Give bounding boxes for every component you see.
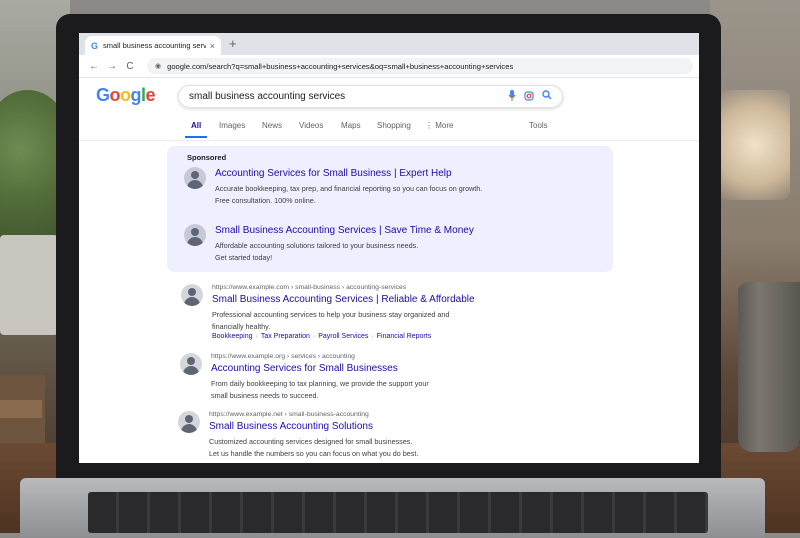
google-favicon-icon: G: [91, 40, 99, 51]
active-tab-indicator: [185, 136, 207, 138]
back-arrow-icon[interactable]: ←: [85, 61, 103, 72]
lamp: [720, 90, 790, 200]
tab-news[interactable]: News: [262, 121, 282, 130]
google-logo[interactable]: Google: [96, 85, 156, 106]
search-input[interactable]: small business accounting services: [189, 91, 502, 102]
sitelink-payroll-services[interactable]: Payroll Services: [318, 333, 368, 340]
result-description: From daily bookkeeping to tax planning, …: [211, 378, 471, 401]
sitelink-tax-preparation[interactable]: Tax Preparation: [261, 333, 310, 340]
tab-shopping[interactable]: Shopping: [377, 121, 411, 130]
search-box[interactable]: small business accounting services: [178, 85, 563, 108]
result-title-link[interactable]: Small Business Accounting Solutions: [209, 421, 373, 432]
sitelink-separator: ·: [312, 333, 316, 340]
url-field[interactable]: ◉ google.com/search?q=small+business+acc…: [147, 58, 693, 74]
ad-description-line: Affordable accounting solutions tailored…: [215, 241, 419, 250]
lens-camera-icon[interactable]: [524, 90, 534, 103]
sponsored-label: Sponsored: [187, 153, 227, 162]
sitelink-financial-reports[interactable]: Financial Reports: [377, 333, 431, 340]
search-icon[interactable]: [542, 90, 552, 103]
result-description-line: Customized accounting services designed …: [209, 437, 413, 446]
search-tabs: All Images News Videos Maps Shopping ⋮ M…: [79, 114, 699, 141]
sitelink-bookkeeping[interactable]: Bookkeeping: [212, 333, 252, 340]
plant-pot: [0, 235, 58, 335]
result-description: Customized accounting services designed …: [209, 436, 469, 459]
result-description-line: From daily bookkeeping to tax planning, …: [211, 379, 429, 388]
ad-description: Accurate bookkeeping, tax prep, and fina…: [215, 183, 515, 207]
url-text: google.com/search?q=small+business+accou…: [167, 61, 514, 71]
sitelink-separator: ·: [255, 333, 258, 340]
book-spine: [0, 400, 42, 418]
tab-videos[interactable]: Videos: [299, 121, 323, 130]
advertiser-avatar-icon: [184, 167, 206, 189]
site-avatar-icon: [178, 411, 200, 433]
tab-maps[interactable]: Maps: [341, 121, 361, 130]
site-avatar-icon: [181, 284, 203, 306]
ad-title-link[interactable]: Small Business Accounting Services | Sav…: [215, 225, 474, 236]
forward-arrow-icon[interactable]: →: [103, 61, 121, 72]
tab-all[interactable]: All: [191, 121, 201, 130]
site-info-icon[interactable]: ◉: [155, 62, 161, 70]
address-bar: ← → C ◉ google.com/search?q=small+busine…: [79, 55, 699, 78]
google-logo-letter: g: [130, 85, 142, 105]
tab-title: small business accounting services -: [103, 41, 206, 50]
result-url[interactable]: https://www.example.com › small-business…: [212, 284, 406, 291]
ad-description-line: Free consultation. 100% online.: [215, 196, 316, 205]
google-logo-letter: o: [109, 85, 121, 105]
site-avatar-icon: [180, 353, 202, 375]
result-title-link[interactable]: Accounting Services for Small Businesses: [211, 363, 398, 374]
google-logo-letter: o: [120, 85, 131, 105]
result-description-line: Professional accounting services to help…: [212, 310, 450, 319]
laptop-keyboard: [88, 492, 708, 533]
result-url[interactable]: https://www.example.net › small-business…: [209, 411, 369, 418]
result-url[interactable]: https://www.example.org › services › acc…: [211, 353, 355, 360]
new-tab-icon[interactable]: +: [229, 36, 237, 51]
advertiser-avatar-icon: [184, 224, 206, 246]
ad-title-link[interactable]: Accounting Services for Small Business |…: [215, 168, 452, 179]
tab-more[interactable]: ⋮ More: [425, 121, 453, 130]
google-logo-letter: e: [145, 85, 156, 105]
tab-strip: G small business accounting services - ×…: [79, 33, 699, 55]
google-logo-letter: G: [96, 85, 110, 105]
ad-description-line: Accurate bookkeeping, tax prep, and fina…: [215, 184, 483, 193]
close-tab-icon[interactable]: ×: [210, 41, 215, 51]
result-description-line: small business needs to succeed.: [211, 390, 319, 400]
sponsored-block: Sponsored Accounting Services for Small …: [167, 146, 613, 272]
google-header: Google small business accounting service…: [79, 78, 699, 114]
tab-images[interactable]: Images: [219, 121, 245, 130]
ad-description-line: Get started today!: [215, 253, 273, 262]
result-title-link[interactable]: Small Business Accounting Services | Rel…: [212, 294, 475, 305]
result-description-line: financially healthy.: [212, 321, 271, 331]
result-description: Professional accounting services to help…: [212, 309, 472, 332]
tools-button[interactable]: Tools: [529, 121, 548, 130]
sitelink-separator: ·: [371, 333, 374, 340]
coffee-mug: [738, 282, 800, 452]
ad-description: Affordable accounting solutions tailored…: [215, 240, 515, 264]
microphone-icon[interactable]: [508, 89, 516, 104]
browser-tab[interactable]: G small business accounting services - ×: [85, 36, 221, 55]
result-description-line: Let us handle the numbers so you can foc…: [209, 448, 419, 458]
reload-icon[interactable]: C: [121, 61, 139, 72]
browser-window: G small business accounting services - ×…: [79, 33, 699, 463]
sitelinks: Bookkeeping · Tax Preparation · Payroll Serv…: [212, 333, 431, 340]
